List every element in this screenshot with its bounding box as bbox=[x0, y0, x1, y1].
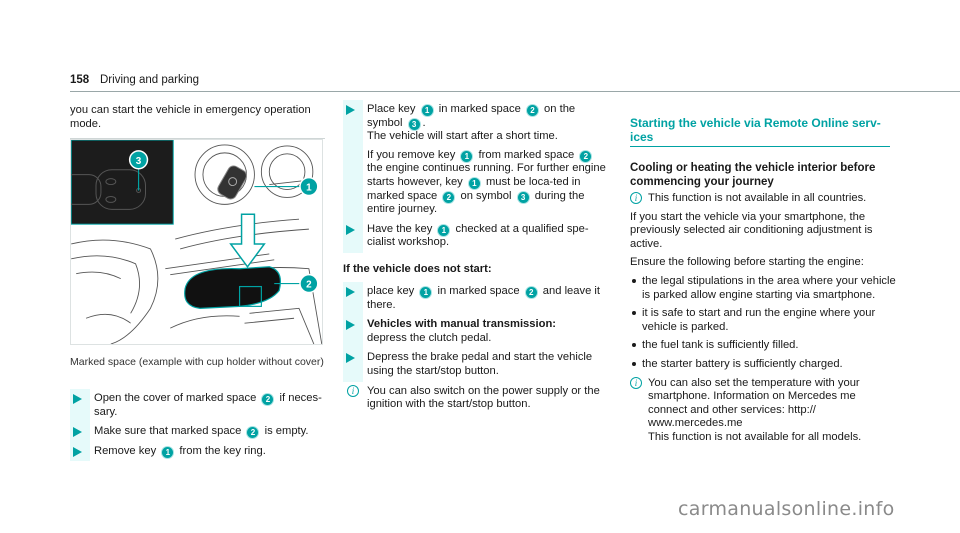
list-item: the starter battery is sufficiently char… bbox=[630, 358, 896, 372]
ref-number-icon: 1 bbox=[421, 105, 433, 116]
ref-number-icon: 2 bbox=[443, 191, 455, 203]
col2-steps-bottom: place key 1 in marked space 2 and leave … bbox=[343, 281, 613, 412]
ref-number-icon: 1 bbox=[438, 224, 450, 236]
subheading-not-start: If the vehicle does not start: bbox=[343, 263, 492, 275]
step-item: Place key 1 in marked space 2 on the sym… bbox=[343, 100, 613, 220]
info-icon: i bbox=[347, 384, 359, 397]
arrow-bullet-icon bbox=[346, 105, 355, 115]
step-item: Have the key 1 checked at a qualified sp… bbox=[343, 219, 613, 254]
step-item: Vehicles with manual transmission: depre… bbox=[343, 315, 613, 349]
watermark: carmanualsonline.info bbox=[678, 498, 895, 520]
cup-holder-illustration: 3 1 2 bbox=[71, 140, 322, 344]
ref-number-icon: 1 bbox=[420, 287, 432, 298]
ref-number-icon: 2 bbox=[526, 105, 538, 116]
svg-text:1: 1 bbox=[306, 183, 312, 194]
subsection-heading: Cooling or heating the vehicle interior … bbox=[630, 162, 876, 188]
arrow-bullet-icon bbox=[73, 394, 82, 404]
list-item: the fuel tank is sufficiently filled. bbox=[630, 339, 896, 353]
ref-number-icon: 2 bbox=[525, 287, 537, 298]
col1-steps: Open the cover of marked space 2 if nece… bbox=[70, 388, 328, 464]
ref-number-icon: 2 bbox=[580, 150, 592, 162]
ref-number-icon: 2 bbox=[262, 394, 274, 405]
ref-number-icon: 3 bbox=[517, 191, 529, 203]
ref-number-icon: 2 bbox=[247, 427, 259, 439]
figure-caption: Marked space (example with cup holder wi… bbox=[70, 356, 324, 368]
section-title: Driving and parking bbox=[100, 74, 200, 86]
col2-steps-top: Place key 1 in marked space 2 on the sym… bbox=[343, 100, 613, 256]
arrow-bullet-icon bbox=[73, 446, 82, 457]
arrow-bullet-icon bbox=[346, 224, 355, 235]
arrow-bullet-icon bbox=[73, 427, 82, 438]
step-item: Open the cover of marked space 2 if nece… bbox=[70, 388, 328, 423]
info-note: i You can also set the temperature with … bbox=[630, 376, 896, 445]
list-item: it is safe to start and run the engine w… bbox=[630, 307, 896, 334]
paragraph: Ensure the following before starting the… bbox=[630, 256, 864, 269]
section-heading: Starting the vehicle via Remote Online s… bbox=[630, 116, 890, 147]
page-number: 158 bbox=[70, 74, 90, 86]
col3-body: i This function is not available in all … bbox=[630, 192, 896, 445]
ref-number-icon: 1 bbox=[162, 446, 174, 458]
callout-2: 2 bbox=[299, 273, 319, 294]
callout-1: 1 bbox=[299, 176, 319, 197]
bullet-list: the legal stipulations in the area where… bbox=[630, 275, 896, 372]
step-item: Depress the brake pedal and start the ve… bbox=[343, 348, 613, 382]
info-icon: i bbox=[630, 192, 642, 204]
intro-text: you can start the vehicle in emergency o… bbox=[70, 104, 311, 130]
callout-3: 3 bbox=[128, 150, 149, 170]
page-header: 158 Driving and parking bbox=[70, 72, 960, 92]
svg-text:3: 3 bbox=[136, 156, 142, 167]
arrow-bullet-icon bbox=[346, 320, 355, 331]
info-note: i You can also switch on the power suppl… bbox=[343, 384, 613, 412]
info-note: i This function is not available in all … bbox=[630, 192, 896, 206]
info-icon: i bbox=[630, 376, 642, 389]
arrow-bullet-icon bbox=[346, 287, 355, 297]
list-item: the legal stipulations in the area where… bbox=[630, 275, 896, 302]
step-item: place key 1 in marked space 2 and leave … bbox=[343, 281, 613, 316]
figure-illustration: 3 1 2 bbox=[70, 139, 323, 345]
ref-number-icon: 1 bbox=[461, 150, 473, 162]
arrow-bullet-icon bbox=[346, 353, 355, 364]
svg-text:2: 2 bbox=[306, 280, 312, 291]
step-item: Remove key 1 from the key ring. bbox=[70, 441, 328, 461]
step-item: Make sure that marked space 2 is empty. bbox=[70, 422, 328, 442]
paragraph: If you start the vehicle via your smartp… bbox=[630, 210, 873, 250]
ref-number-icon: 3 bbox=[408, 118, 420, 130]
ref-number-icon: 1 bbox=[468, 177, 480, 189]
